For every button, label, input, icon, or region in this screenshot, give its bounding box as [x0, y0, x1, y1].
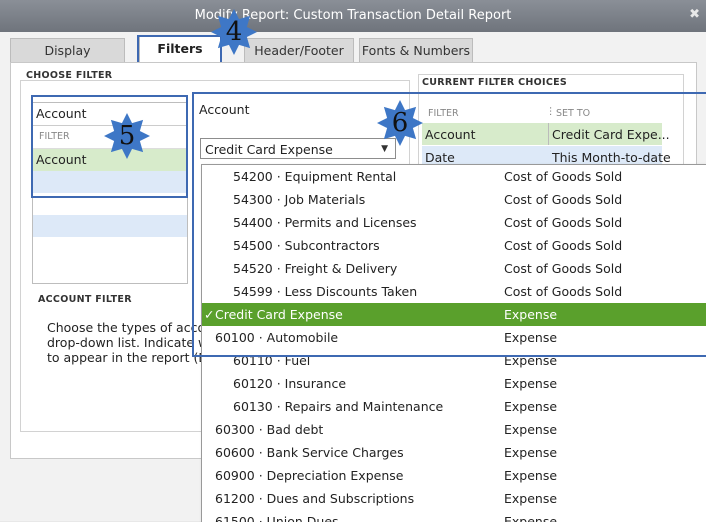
dropdown-item[interactable]: 61500 · Union Dues Expense — [202, 510, 706, 522]
callout-list-highlight — [31, 95, 188, 198]
dropdown-item[interactable]: 60120 · Insurance Expense — [202, 372, 706, 395]
close-icon[interactable]: ✖ — [689, 7, 700, 22]
title-bar: Modify Report: Custom Transaction Detail… — [0, 0, 706, 32]
dropdown-item-name: 60300 · Bad debt — [215, 422, 324, 437]
callout-tab-highlight — [137, 35, 222, 65]
dropdown-item-name: 60120 · Insurance — [233, 376, 347, 391]
tab-display[interactable]: Display — [10, 38, 125, 63]
dropdown-item-type: Expense — [504, 445, 558, 460]
dropdown-item-name: 60130 · Repairs and Maintenance — [233, 399, 444, 414]
list-item — [33, 215, 187, 237]
dropdown-item-name: 60600 · Bank Service Charges — [215, 445, 404, 460]
dropdown-item-type: Expense — [504, 376, 558, 391]
account-filter-section: ACCOUNT FILTER Choose the types of accou… — [32, 290, 224, 430]
tab-fonts-numbers[interactable]: Fonts & Numbers — [359, 38, 473, 63]
dropdown-item-type: Expense — [504, 491, 558, 506]
dropdown-item[interactable]: 60300 · Bad debt Expense — [202, 418, 706, 441]
dropdown-item[interactable]: 60600 · Bank Service Charges Expense — [202, 441, 706, 464]
dropdown-item-type: Expense — [504, 514, 558, 522]
account-filter-header: ACCOUNT FILTER — [38, 294, 132, 305]
dropdown-item[interactable]: 60130 · Repairs and Maintenance Expense — [202, 395, 706, 418]
list-item — [33, 237, 187, 259]
dropdown-item-name: 60900 · Depreciation Expense — [215, 468, 404, 483]
dropdown-item-name: 61500 · Union Dues — [215, 514, 339, 522]
dropdown-item[interactable]: 61200 · Dues and Subscriptions Expense — [202, 487, 706, 510]
callout-dropdown-highlight — [192, 92, 706, 357]
window-title: Modify Report: Custom Transaction Detail… — [194, 8, 512, 23]
dropdown-item-type: Expense — [504, 422, 558, 437]
current-filter-header: CURRENT FILTER CHOICES — [422, 77, 568, 88]
dropdown-item[interactable]: 60900 · Depreciation Expense Expense — [202, 464, 706, 487]
dropdown-item-type: Expense — [504, 399, 558, 414]
tab-header-footer[interactable]: Header/Footer — [244, 38, 354, 63]
dropdown-item-name: 61200 · Dues and Subscriptions — [215, 491, 415, 506]
dropdown-item-type: Expense — [504, 468, 558, 483]
